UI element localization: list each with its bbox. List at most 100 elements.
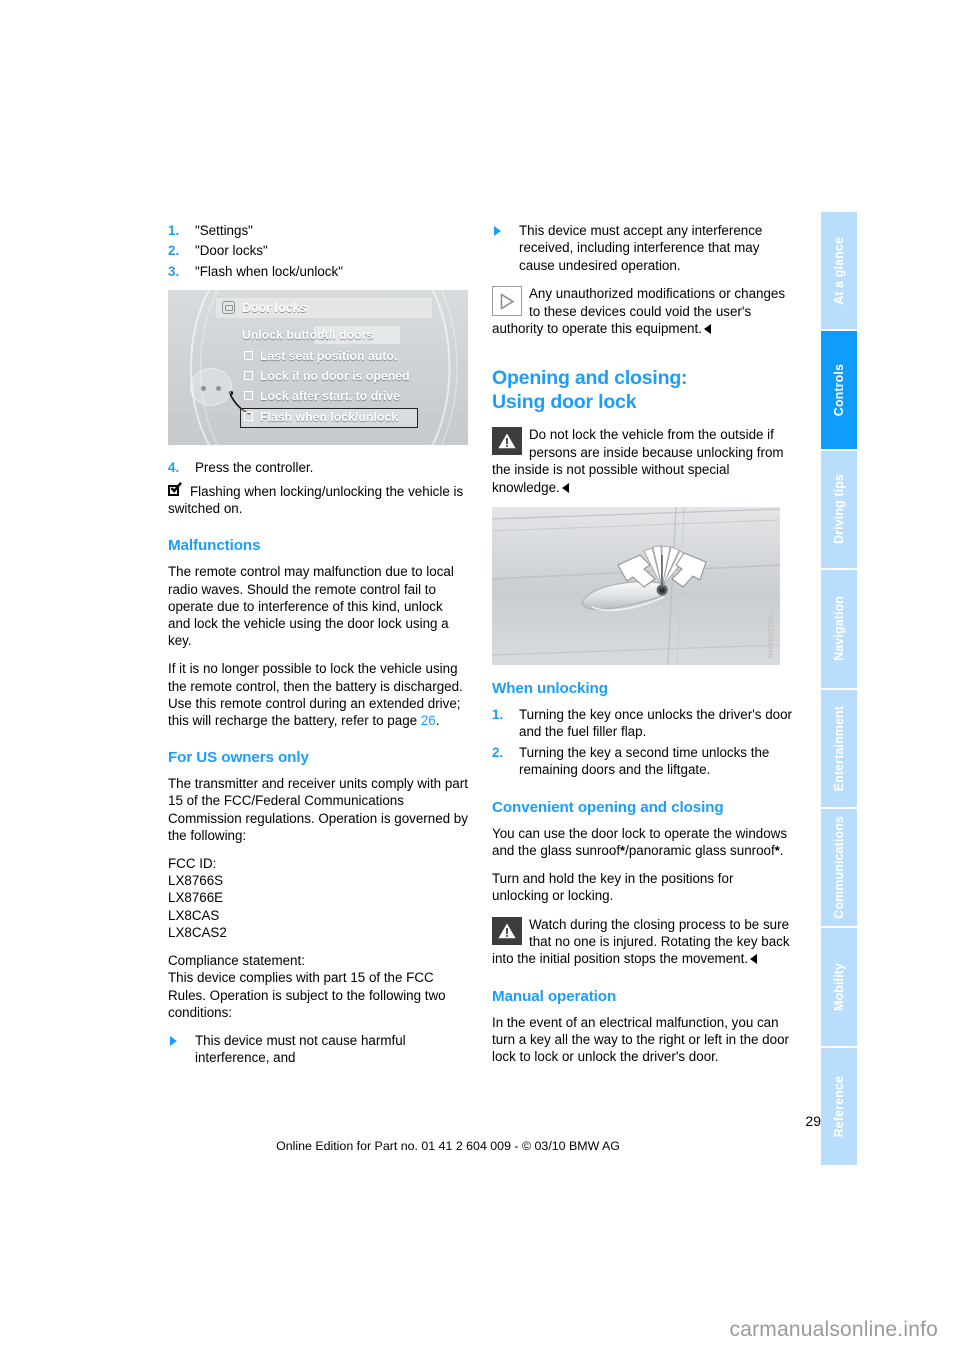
condition-text: This device must accept any interference… [519,223,763,273]
idrive-screen-figure: Door locks Unlock button: All doors Last… [168,290,468,446]
list-item: 3. "Flash when lock/unlock" [168,263,468,280]
step-number: 2. [492,744,504,760]
controller-dot [201,386,206,392]
fcc-id-value: LX8CAS2 [168,924,227,940]
warning-triangle-glyph-icon [498,433,516,449]
warning-triangle-glyph-icon [498,923,516,938]
heading-when-unlocking: When unlocking [492,680,608,698]
checkbox-icon[interactable] [244,351,253,361]
warning-do-not-lock-text: Do not lock the vehicle from the outside… [492,427,784,495]
warning-closing-process: Watch during the closing process to be s… [492,916,792,968]
step-text: Turning the key a second time unlocks th… [519,744,770,778]
tab-mobility[interactable]: Mobility [821,928,857,1046]
convenient-paragraph-1: You can use the door lock to operate the… [492,825,792,859]
tab-controls[interactable]: Controls [821,331,857,449]
list-item: 1. "Settings" [168,222,468,239]
tab-label: Controls [832,363,846,417]
warning-triangle-icon [492,916,522,945]
convenient-p1-b: /panoramic glass sunroof [625,842,775,858]
tab-label: Mobility [832,962,846,1011]
door-lock-illustration [492,507,780,666]
checkbox-icon[interactable] [244,391,253,401]
page-number: 29 [805,1113,821,1129]
condition-text: This device must not cause harmful inter… [195,1032,406,1066]
fcc-id-value: LX8CAS [168,907,220,923]
steps-list-four: 4. Press the controller. [168,459,468,476]
door-locks-icon [222,301,235,315]
left-text-column: 1. "Settings" 2. "Door locks" 3. "Flash … [168,222,468,1078]
site-watermark: carmanualsonline.info [729,1318,938,1341]
list-item: 2. Turning the key a second time unlocks… [492,744,792,779]
idrive-option-label[interactable]: Last seat position auto. [260,348,397,365]
warning-closing-process-text: Watch during the closing process to be s… [492,916,790,967]
idrive-controller-graphic [190,368,232,407]
tab-at-a-glance[interactable]: At a glance [821,212,857,330]
conditions-list: This device must not cause harmful inter… [168,1032,468,1067]
list-item: 2. "Door locks" [168,242,468,259]
page-title-line-2: Using door lock [492,390,637,413]
end-of-note-arrow-icon [750,954,758,965]
step-text: Press the controller. [195,460,314,476]
end-of-note-arrow-icon [561,482,569,493]
footer-edition-line: Online Edition for Part no. 01 41 2 604 … [276,1139,620,1153]
footer-tab-marker [825,1109,830,1151]
photo-credit: WG1006MN [766,615,775,660]
page-title-line-1: Opening and closing: [492,367,688,390]
fcc-id-value: LX8766S [168,873,224,889]
unauthorized-modifications-text: Any unauthorized modifications or change… [492,286,786,337]
malfunctions-p2-text-a: If it is no longer possible to lock the … [168,661,463,729]
idrive-title-bar: Door locks [216,298,432,319]
checkbox-checked-icon [168,481,183,498]
tab-label: Communications [832,816,846,919]
idrive-option-label[interactable]: Lock if no door is opened [260,368,410,385]
step-text: Turning the key once unlocks the driver'… [519,707,792,740]
step-number: 3. [168,263,180,279]
tab-driving-tips[interactable]: Driving tips [821,450,857,569]
compliance-text: This device complies with part 15 of the… [168,970,446,1020]
checkbox-icon[interactable] [244,412,253,422]
triangle-glyph-icon [500,292,515,310]
page-title: Opening and closing: Using door lock [492,367,792,414]
heading-us-owners: For US owners only [168,749,309,767]
end-of-note-arrow-icon [703,324,711,335]
checkbox-note-text: Flashing when locking/unlocking the vehi… [168,483,464,517]
door-lock-photo: WG1006MN [492,507,780,666]
controller-dot [216,386,221,392]
malfunctions-p2-text-b: . [435,713,440,729]
convenient-paragraph-2: Turn and hold the key in the positions f… [492,871,734,904]
fcc-id-value: LX8766E [168,890,224,906]
checkbox-icon[interactable] [244,371,253,381]
step-number: 1. [168,223,180,238]
idrive-title: Door locks [242,301,307,316]
unlock-button-value: All doors [320,328,374,343]
triangle-bullet-icon [170,1035,177,1046]
tab-entertainment[interactable]: Entertainment [821,689,857,807]
malfunctions-paragraph-2: If it is no longer possible to lock the … [168,660,468,729]
step-number: 4. [168,460,180,476]
idrive-option-label[interactable]: Flash when lock/unlock [260,409,398,426]
unauthorized-modifications-note: Any unauthorized modifications or change… [492,285,792,337]
step-text: "Flash when lock/unlock" [195,263,343,279]
when-unlocking-steps: 1. Turning the key once unlocks the driv… [492,706,792,779]
tab-label: Navigation [832,596,846,662]
fcc-id-label: FCC ID: [168,856,217,872]
malfunctions-paragraph-1: The remote control may malfunction due t… [168,564,454,649]
boxed-triangle-note-icon [492,286,522,317]
manual-operation-paragraph-1: In the event of an electrical malfunctio… [492,1014,789,1065]
unlock-button-label: Unlock button: [242,328,329,343]
right-text-column: This device must accept any interference… [492,222,792,1076]
tab-label: Entertainment [832,705,846,791]
tab-label: Driving tips [832,474,846,545]
idrive-screen: Door locks Unlock button: All doors Last… [168,290,468,446]
idrive-option-label[interactable]: Lock after start. to drive [260,388,400,405]
tab-navigation[interactable]: Navigation [821,570,857,688]
step-text: "Door locks" [195,243,268,259]
triangle-bullet-icon [494,226,501,236]
step-number: 1. [492,707,504,723]
warning-do-not-lock: Do not lock the vehicle from the outside… [492,426,792,496]
page-reference-link[interactable]: 26 [421,713,436,728]
list-item: 1. Turning the key once unlocks the driv… [492,706,792,741]
step-number: 2. [168,243,180,259]
steps-list-top: 1. "Settings" 2. "Door locks" 3. "Flash … [168,222,468,280]
tab-communications[interactable]: Communications [821,808,857,927]
